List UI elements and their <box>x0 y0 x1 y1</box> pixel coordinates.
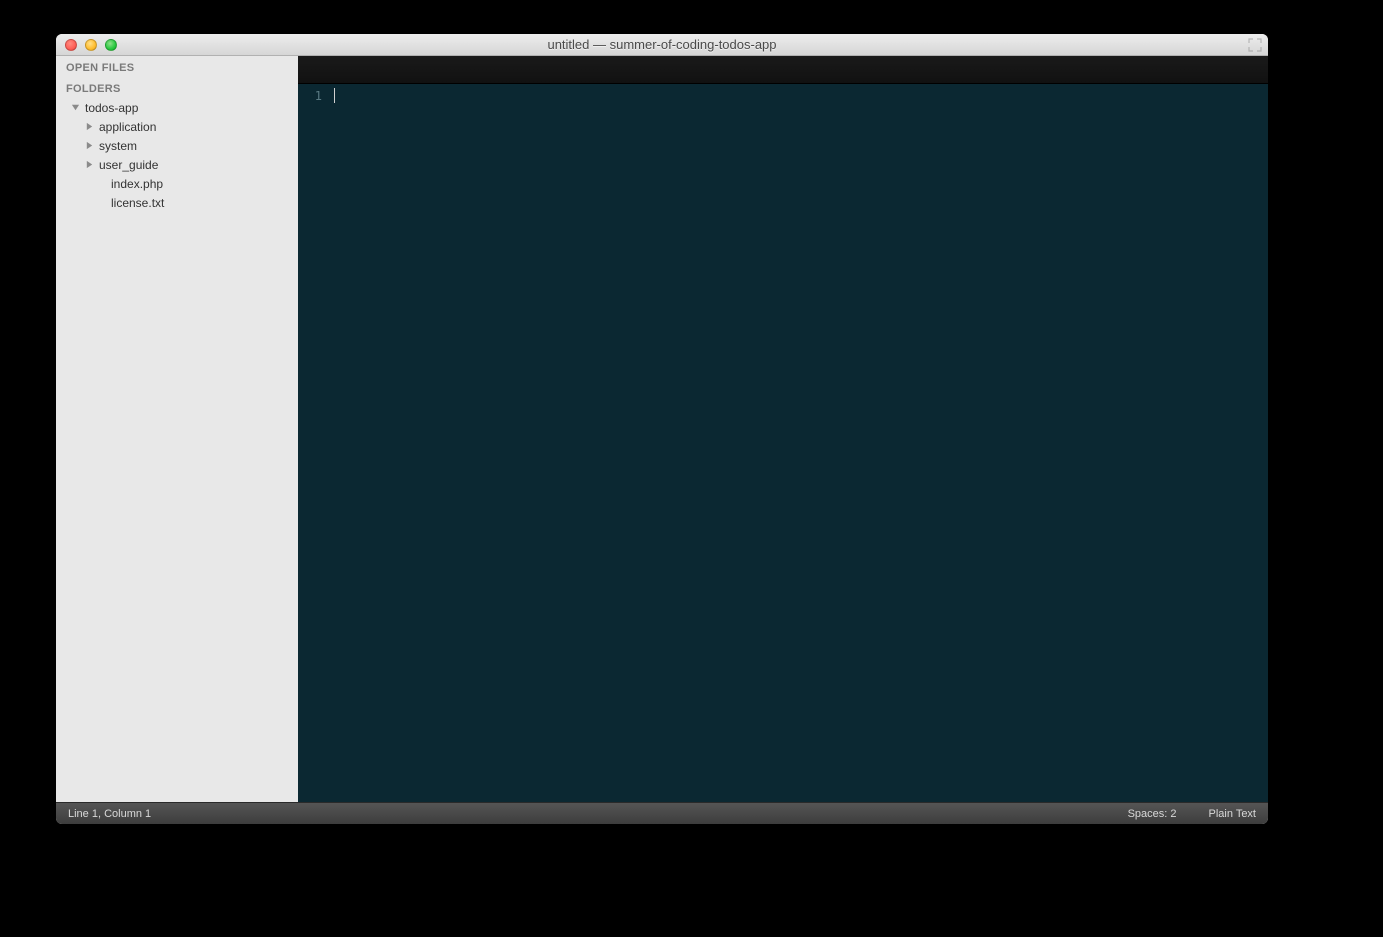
text-cursor <box>334 88 335 103</box>
file-icon <box>96 179 106 189</box>
folder-label: todos-app <box>85 101 138 115</box>
code-editor[interactable]: 1 <box>298 84 1268 802</box>
sidebar: OPEN FILES FOLDERS todos-app application <box>56 56 298 802</box>
line-number-gutter: 1 <box>298 84 328 802</box>
window-title: untitled — summer-of-coding-todos-app <box>56 37 1268 52</box>
traffic-lights <box>56 39 117 51</box>
close-button[interactable] <box>65 39 77 51</box>
file-index-php[interactable]: index.php <box>62 174 298 193</box>
tab-bar[interactable] <box>298 56 1268 84</box>
folder-application[interactable]: application <box>62 117 298 136</box>
folder-root[interactable]: todos-app <box>62 98 298 117</box>
folder-label: application <box>99 120 156 134</box>
window-body: OPEN FILES FOLDERS todos-app application <box>56 56 1268 802</box>
folder-label: user_guide <box>99 158 158 172</box>
file-label: license.txt <box>111 196 164 210</box>
folder-system[interactable]: system <box>62 136 298 155</box>
folders-header[interactable]: FOLDERS <box>56 77 298 98</box>
editor-window: untitled — summer-of-coding-todos-app OP… <box>56 34 1268 824</box>
minimize-button[interactable] <box>85 39 97 51</box>
titlebar[interactable]: untitled — summer-of-coding-todos-app <box>56 34 1268 56</box>
status-bar: Line 1, Column 1 Spaces: 2 Plain Text <box>56 802 1268 824</box>
chevron-right-icon <box>84 122 94 132</box>
folder-tree: todos-app application system <box>56 98 298 212</box>
fullscreen-icon[interactable] <box>1248 38 1262 52</box>
status-syntax[interactable]: Plain Text <box>1209 808 1257 820</box>
editor-pane: 1 <box>298 56 1268 802</box>
code-area[interactable] <box>328 84 1268 802</box>
file-icon <box>96 198 106 208</box>
status-indent[interactable]: Spaces: 2 <box>1128 808 1177 820</box>
file-license-txt[interactable]: license.txt <box>62 193 298 212</box>
chevron-right-icon <box>84 160 94 170</box>
chevron-down-icon <box>70 103 80 113</box>
folder-user-guide[interactable]: user_guide <box>62 155 298 174</box>
status-cursor-position[interactable]: Line 1, Column 1 <box>68 808 151 820</box>
maximize-button[interactable] <box>105 39 117 51</box>
line-number: 1 <box>298 88 322 104</box>
folder-label: system <box>99 139 137 153</box>
chevron-right-icon <box>84 141 94 151</box>
file-label: index.php <box>111 177 163 191</box>
open-files-header[interactable]: OPEN FILES <box>56 56 298 77</box>
